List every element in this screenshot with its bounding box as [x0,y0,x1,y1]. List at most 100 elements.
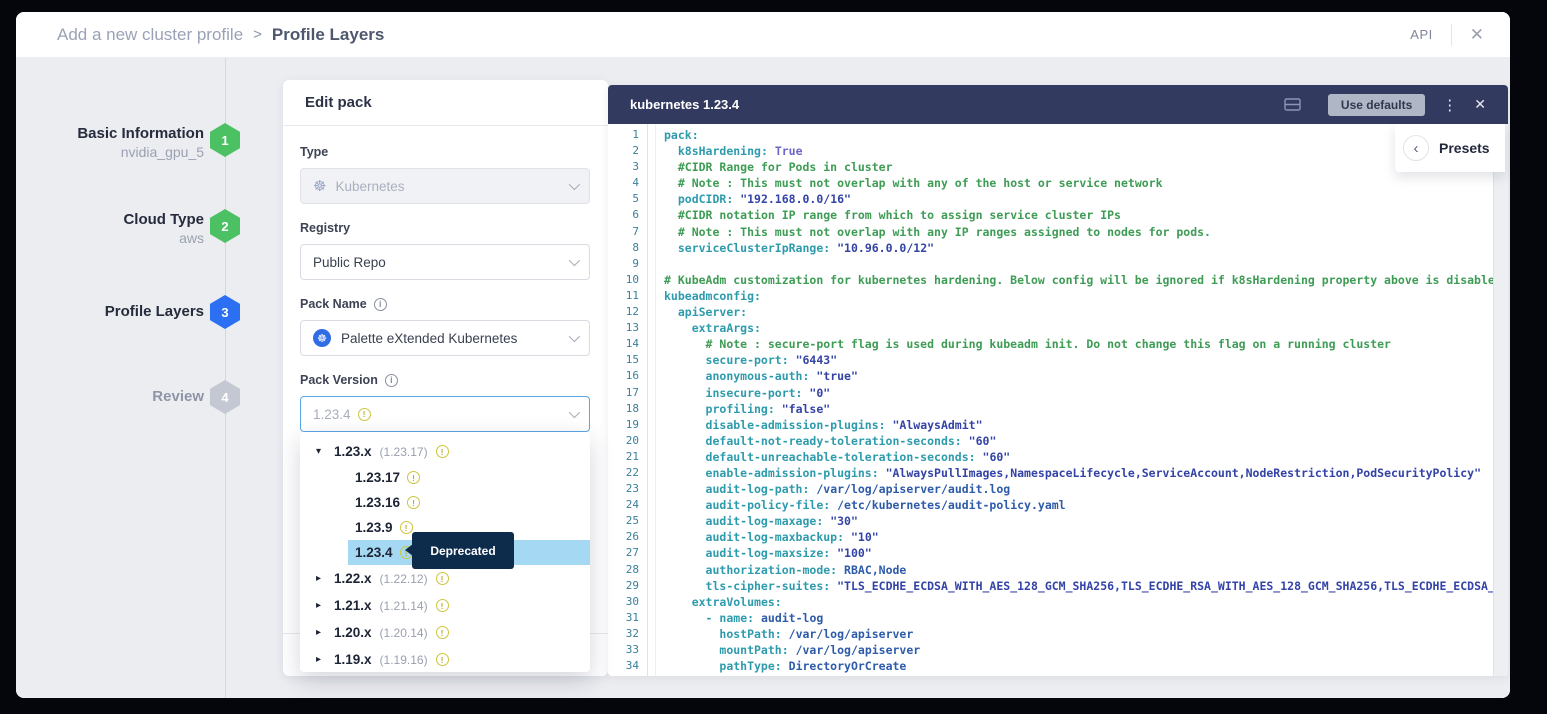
yaml-code-area[interactable]: pack: k8sHardening: True #CIDR Range for… [656,124,1493,676]
code-line[interactable]: # KubeAdm customization for kubernetes h… [664,272,1493,288]
line-number: 5 [608,191,639,207]
chevron-down-icon [569,255,580,266]
step-label: Basic Information [54,125,204,143]
code-line[interactable]: anonymous-auth: "true" [664,368,1493,384]
step-label: Profile Layers [54,303,204,321]
step-number: 3 [221,305,228,320]
line-number: 31 [608,610,639,626]
code-line[interactable]: k8sHardening: True [664,143,1493,159]
api-button[interactable]: API [1410,27,1432,42]
line-number: 9 [608,256,639,272]
code-line[interactable]: authorization-mode: RBAC,Node [664,562,1493,578]
code-line[interactable]: default-not-ready-toleration-seconds: "6… [664,433,1493,449]
presets-collapse-icon[interactable]: ‹ [1403,135,1429,161]
pack-version-label: Pack Version [300,373,378,387]
code-line[interactable]: podCIDR: "192.168.0.0/16" [664,191,1493,207]
type-label: Type [300,145,328,159]
version-group-1-19-x[interactable]: ▸ 1.19.x (1.19.16) ! [300,646,590,673]
caret-right-icon: ▸ [316,574,326,584]
line-number: 16 [608,368,639,384]
presets-label: Presets [1439,140,1490,156]
code-line[interactable]: serviceClusterIpRange: "10.96.0.0/12" [664,240,1493,256]
code-line[interactable]: extraArgs: [664,320,1493,336]
line-number: 23 [608,481,639,497]
step-sublabel: aws [54,229,204,248]
registry-value: Public Repo [313,255,386,270]
use-defaults-button[interactable]: Use defaults [1328,94,1425,116]
code-line[interactable]: audit-log-path: /var/log/apiserver/audit… [664,481,1493,497]
code-line[interactable]: extraVolumes: [664,594,1493,610]
step-profile-layers: Profile Layers 3 [16,295,256,329]
code-line[interactable]: audit-log-maxage: "30" [664,513,1493,529]
code-line[interactable]: profiling: "false" [664,401,1493,417]
line-number: 11 [608,288,639,304]
code-line[interactable]: # Note : This must not overlap with any … [664,175,1493,191]
editor-scrollbar[interactable] [1493,124,1508,676]
breadcrumb-parent[interactable]: Add a new cluster profile [57,25,243,45]
editor-close-icon[interactable]: ✕ [1474,96,1486,113]
line-number: 19 [608,417,639,433]
version-option-1-23-16[interactable]: 1.23.16 ! [300,490,590,515]
code-line[interactable]: kubeadmconfig: [664,288,1493,304]
code-line[interactable]: tls-cipher-suites: "TLS_ECDHE_ECDSA_WITH… [664,578,1493,594]
version-group-1-23-x[interactable]: ▾ 1.23.x (1.23.17) ! [300,438,590,465]
version-group-1-20-x[interactable]: ▸ 1.20.x (1.20.14) ! [300,619,590,646]
code-line[interactable]: insecure-port: "0" [664,385,1493,401]
step-2-hexagon[interactable]: 2 [210,209,240,243]
code-line[interactable]: # Note : secure-port flag is used during… [664,336,1493,352]
header-divider [1451,24,1452,46]
pack-name-select[interactable]: ☸ Palette eXtended Kubernetes [300,320,590,356]
step-1-hexagon[interactable]: 1 [210,123,240,157]
type-select: ☸ Kubernetes [300,168,590,204]
step-4-hexagon[interactable]: 4 [210,380,240,414]
fold-gutter [648,124,656,676]
code-line[interactable]: #CIDR notation IP range from which to as… [664,207,1493,223]
pack-name-label: Pack Name [300,297,367,311]
registry-select[interactable]: Public Repo [300,244,590,280]
chevron-down-icon [569,179,580,190]
info-icon[interactable]: i [374,298,387,311]
code-line[interactable]: secure-port: "6443" [664,352,1493,368]
code-line[interactable]: default-unreachable-toleration-seconds: … [664,449,1493,465]
pack-version-select[interactable]: 1.23.4 ! [300,396,590,432]
code-line[interactable]: pathType: DirectoryOrCreate [664,658,1493,674]
registry-field-group: Registry Public Repo [300,220,591,280]
split-view-icon[interactable] [1284,98,1301,111]
code-line[interactable]: audit-log-maxbackup: "10" [664,529,1493,545]
line-number: 14 [608,336,639,352]
line-number: 12 [608,304,639,320]
breadcrumb: Add a new cluster profile > Profile Laye… [57,25,384,45]
close-window-icon[interactable]: ✕ [1470,26,1484,43]
code-line[interactable] [664,256,1493,272]
version-option-1-23-17[interactable]: 1.23.17 ! [300,465,590,490]
info-icon[interactable]: i [385,374,398,387]
code-line[interactable]: enable-admission-plugins: "AlwaysPullIma… [664,465,1493,481]
step-label: Review [54,388,204,406]
code-line[interactable]: # Note : This must not overlap with any … [664,224,1493,240]
code-line[interactable]: mountPath: /var/log/apiserver [664,642,1493,658]
step-number: 2 [221,219,228,234]
line-number: 4 [608,175,639,191]
line-number: 26 [608,529,639,545]
code-line[interactable]: audit-policy-file: /etc/kubernetes/audit… [664,497,1493,513]
code-line[interactable]: audit-log-maxsize: "100" [664,545,1493,561]
step-3-hexagon[interactable]: 3 [210,295,240,329]
pack-name-value: Palette eXtended Kubernetes [341,331,517,346]
code-line[interactable]: #CIDR Range for Pods in cluster [664,159,1493,175]
line-number: 17 [608,385,639,401]
code-line[interactable]: hostPath: /var/log/apiserver [664,626,1493,642]
code-line[interactable]: pack: [664,127,1493,143]
code-line[interactable]: - name: audit-log [664,610,1493,626]
kebab-menu-icon[interactable]: ⋮ [1442,96,1457,114]
line-number-gutter: 1234567891011121314151617181920212223242… [608,124,648,676]
code-line[interactable]: apiServer: [664,304,1493,320]
pack-version-dropdown: ▾ 1.23.x (1.23.17) ! 1.23.17 ! 1.23.16 !… [300,432,590,672]
editor-controls: Use defaults ⋮ ✕ [1284,94,1486,116]
line-number: 28 [608,562,639,578]
version-group-1-22-x[interactable]: ▸ 1.22.x (1.22.12) ! [300,565,590,592]
code-line[interactable]: disable-admission-plugins: "AlwaysAdmit" [664,417,1493,433]
version-group-1-21-x[interactable]: ▸ 1.21.x (1.21.14) ! [300,592,590,619]
line-number: 8 [608,240,639,256]
caret-right-icon: ▸ [316,655,326,665]
line-number: 32 [608,626,639,642]
